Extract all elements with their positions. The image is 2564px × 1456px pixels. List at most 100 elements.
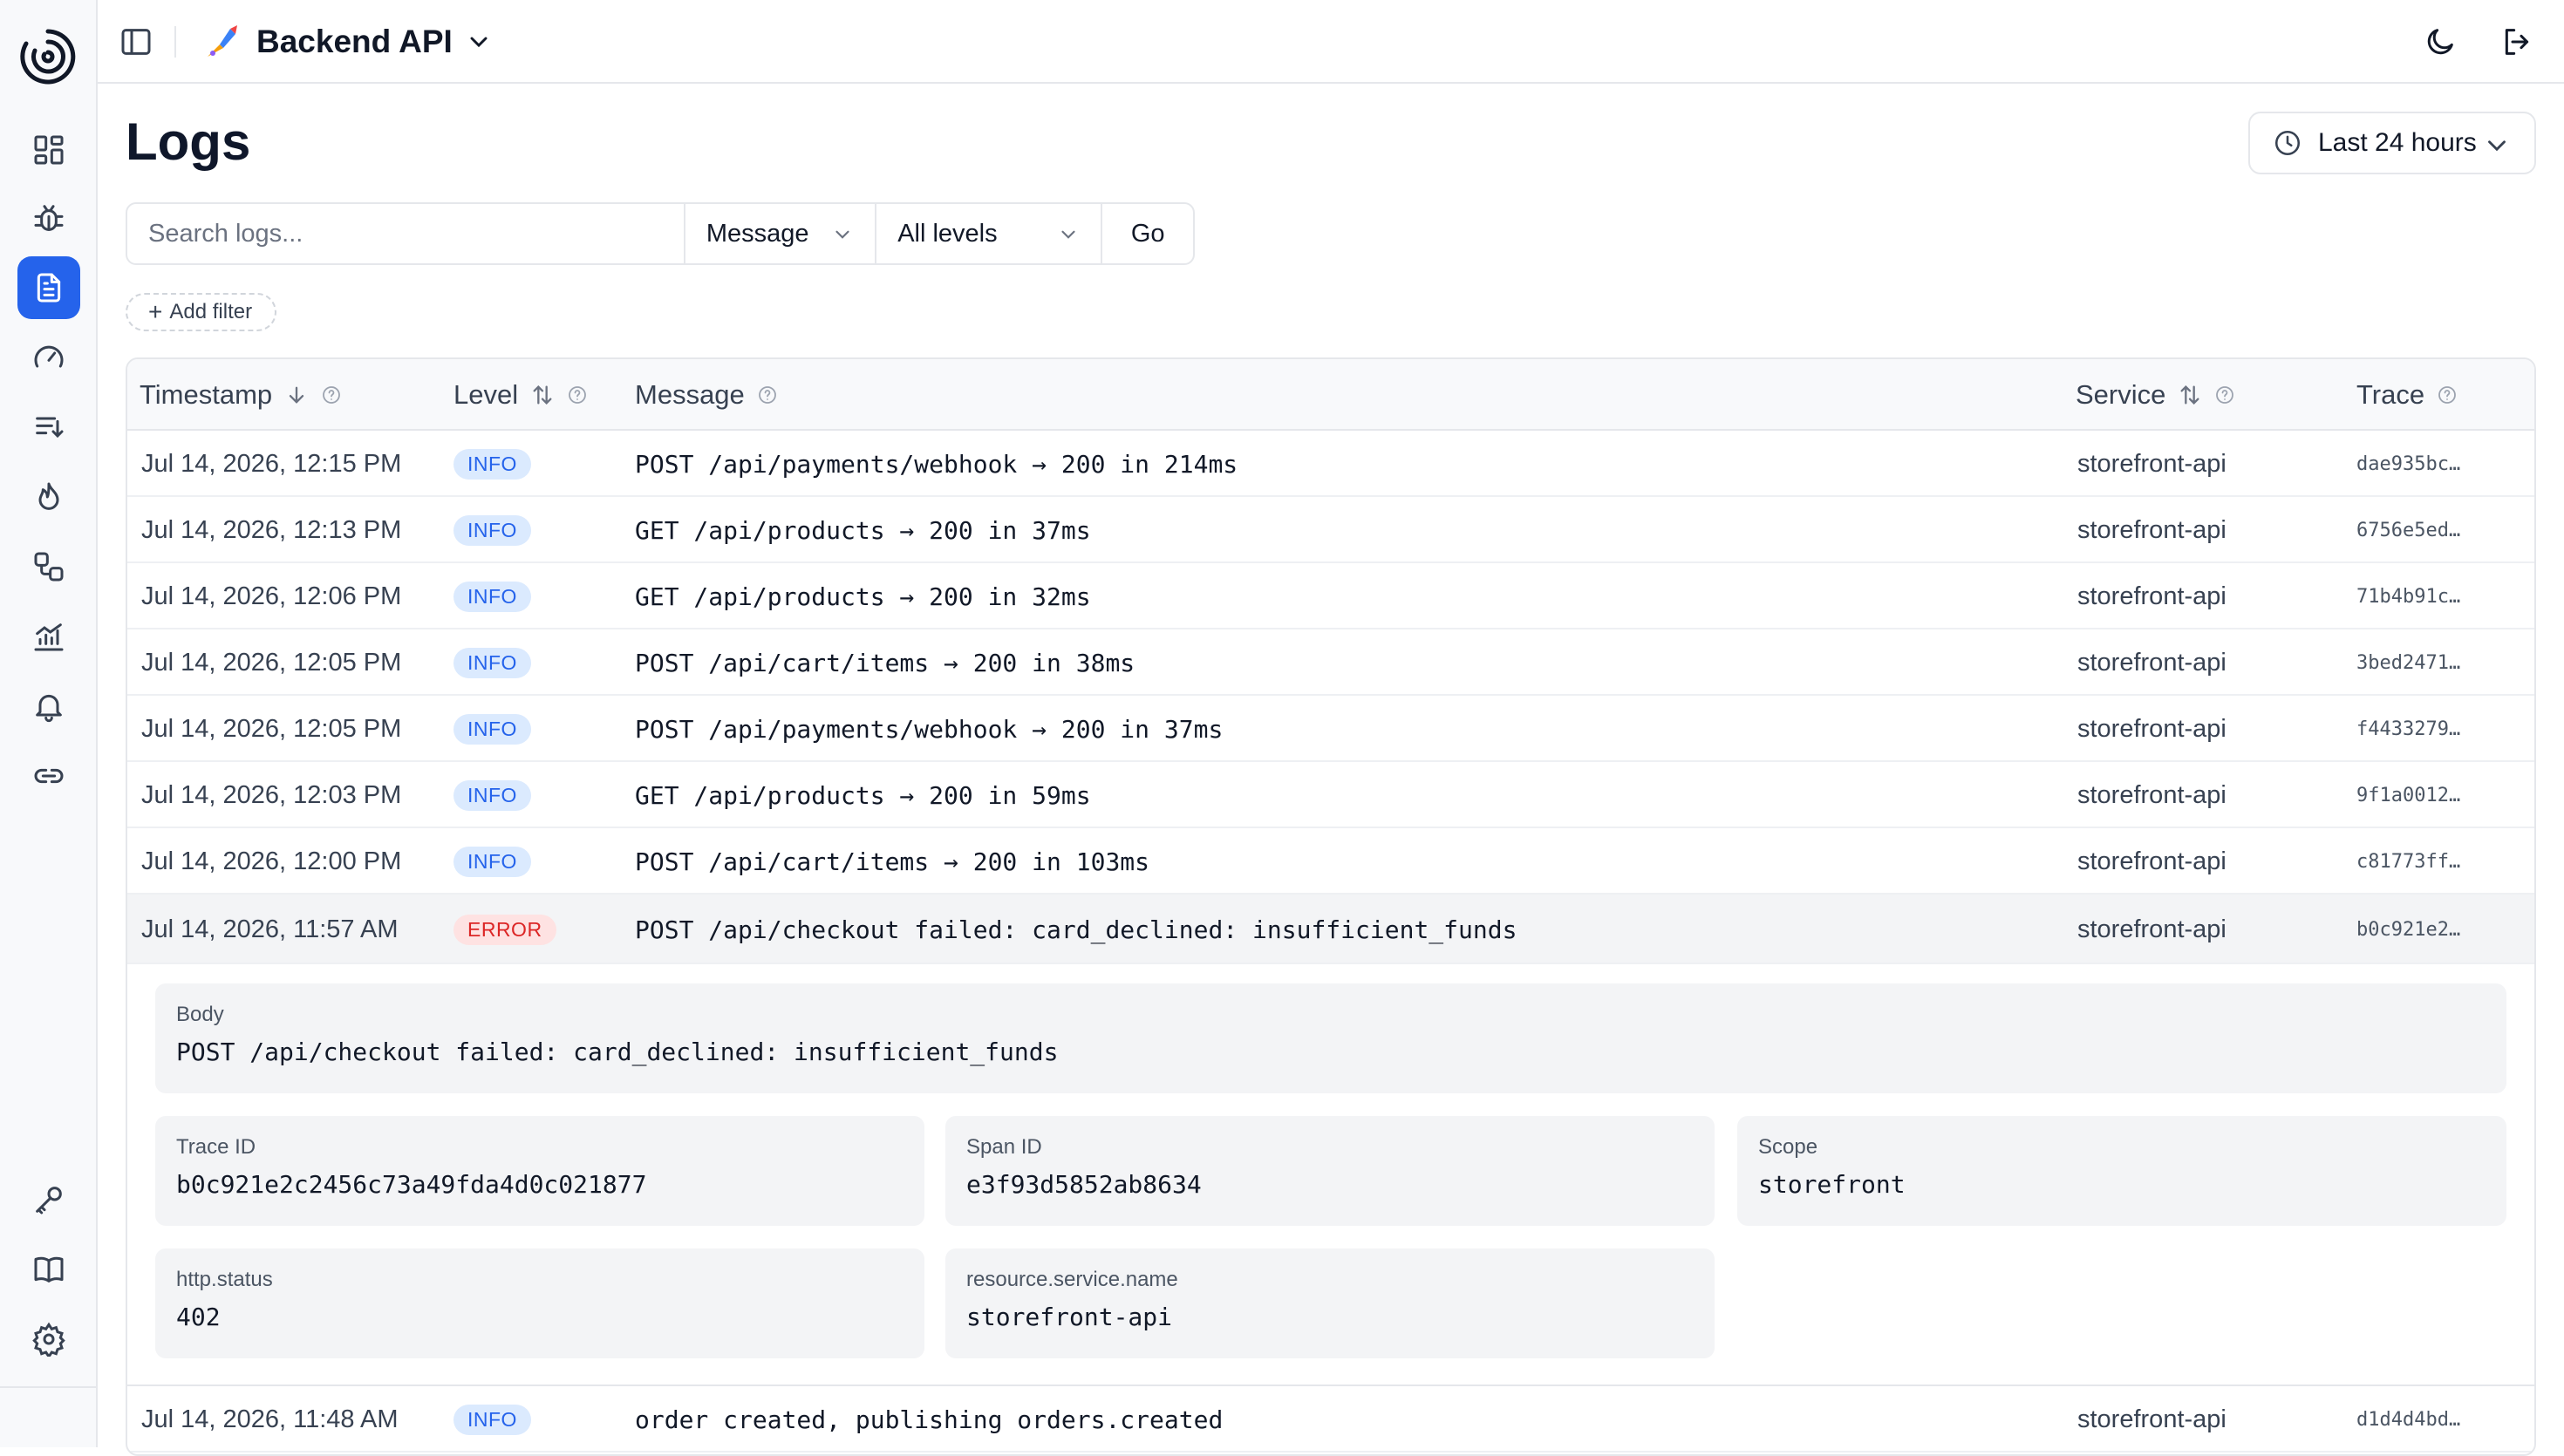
column-level[interactable]: Level (453, 359, 588, 431)
table-row[interactable]: Jul 14, 2026, 11:48 AM INFO order create… (127, 1386, 2534, 1453)
help-icon (569, 386, 587, 404)
row-message: POST /api/cart/items → 200 in 38ms (635, 648, 1135, 677)
table-header: Timestamp Level Message Service Trace (127, 359, 2534, 431)
row-message: POST /api/payments/webhook → 200 in 214m… (635, 449, 1238, 479)
row-trace[interactable]: c81773ff… (2356, 828, 2460, 895)
go-button[interactable]: Go (1101, 204, 1193, 263)
table-row-selected[interactable]: Jul 14, 2026, 11:57 AM ERROR POST /api/c… (127, 895, 2534, 964)
services-icon (34, 552, 64, 582)
book-icon (34, 1256, 64, 1283)
table-row[interactable]: Jul 14, 2026, 12:00 PM INFO POST /api/ca… (127, 828, 2534, 895)
logs-icon (37, 273, 61, 303)
table-row[interactable]: Jul 14, 2026, 12:05 PM INFO POST /api/ca… (127, 629, 2534, 696)
sidebar-item-api-keys[interactable] (17, 1168, 80, 1231)
dashboard-icon (34, 135, 64, 165)
detail-scope-value[interactable]: storefront (1758, 1170, 2486, 1199)
detail-service-name-value[interactable]: storefront-api (966, 1303, 1694, 1331)
row-service: storefront-api (2077, 582, 2226, 610)
chevron-down-icon (1061, 230, 1075, 239)
sidebar-item-services[interactable] (17, 535, 80, 598)
time-range-button[interactable]: Last 24 hours (2248, 112, 2536, 174)
table-row[interactable]: Jul 14, 2026, 12:06 PM INFO GET /api/pro… (127, 563, 2534, 629)
theme-toggle-icon[interactable] (2423, 24, 2458, 59)
column-message-label: Message (635, 379, 745, 410)
detail-http-status-value[interactable]: 402 (176, 1303, 904, 1331)
column-timestamp[interactable]: Timestamp (140, 359, 342, 431)
row-trace[interactable]: b0c921e2… (2356, 895, 2460, 964)
project-switcher[interactable]: Backend API (201, 17, 493, 66)
sidebar-item-alerts[interactable] (17, 675, 80, 738)
row-trace[interactable]: 71b4b91c… (2356, 563, 2460, 629)
sidebar-toggle-icon[interactable] (119, 24, 153, 59)
help-icon (2438, 386, 2456, 404)
detail-http-status: http.status 402 (155, 1248, 924, 1358)
sidebar-item-dashboard[interactable] (17, 119, 80, 181)
row-trace[interactable]: 9f1a0012… (2356, 762, 2460, 828)
column-service[interactable]: Service (2076, 359, 2235, 431)
row-trace[interactable]: 3bed2471… (2356, 629, 2460, 696)
detail-body-value[interactable]: POST /api/checkout failed: card_declined… (176, 1038, 2486, 1066)
sidebar-item-integrations[interactable] (17, 745, 80, 807)
add-filter-label: Add filter (169, 300, 253, 323)
sidebar-item-performance[interactable] (17, 326, 80, 389)
detail-body-label: Body (176, 1003, 224, 1026)
gauge-icon (34, 345, 64, 368)
row-trace[interactable]: f4433279… (2356, 696, 2460, 762)
detail-http-status-label: http.status (176, 1268, 273, 1291)
search-field-select[interactable]: Message (683, 204, 875, 263)
row-trace[interactable]: 6756e5ed… (2356, 497, 2460, 563)
sidebar-item-docs[interactable] (17, 1238, 80, 1301)
trace-list-icon (36, 417, 64, 439)
column-message[interactable]: Message (635, 359, 778, 431)
row-timestamp: Jul 14, 2026, 12:05 PM (141, 648, 402, 677)
table-row[interactable]: Jul 14, 2026, 12:15 PM INFO POST /api/pa… (127, 431, 2534, 497)
bug-icon (34, 205, 64, 231)
sidebar-item-logs[interactable] (17, 256, 80, 319)
row-message: GET /api/products → 200 in 59ms (635, 780, 1091, 810)
detail-span-id-label: Span ID (966, 1135, 1042, 1159)
search-input[interactable] (127, 204, 684, 263)
logout-icon[interactable] (2499, 24, 2534, 59)
level-select[interactable]: All levels (875, 204, 1101, 263)
sidebar-item-profiling[interactable] (17, 466, 80, 528)
sidebar-item-metrics[interactable] (17, 605, 80, 668)
row-service: storefront-api (2077, 915, 2226, 943)
row-service: storefront-api (2077, 648, 2226, 677)
column-service-label: Service (2076, 379, 2166, 410)
table-row[interactable]: Jul 14, 2026, 12:03 PM INFO GET /api/pro… (127, 762, 2534, 828)
table-row[interactable]: Jul 14, 2026, 12:13 PM INFO GET /api/pro… (127, 497, 2534, 563)
row-timestamp: Jul 14, 2026, 12:15 PM (141, 449, 402, 478)
plus-icon: + (148, 298, 163, 325)
sidebar-item-traces[interactable] (17, 396, 80, 459)
level-badge: INFO (453, 647, 531, 678)
sidebar-item-settings[interactable] (17, 1308, 80, 1371)
log-search-bar: Message All levels Go (126, 202, 1195, 265)
detail-span-id-value[interactable]: e3f93d5852ab8634 (966, 1170, 1694, 1199)
sort-icon (2180, 385, 2199, 405)
add-filter-button[interactable]: + Add filter (126, 293, 277, 331)
sidebar (0, 0, 98, 1447)
detail-service-name-label: resource.service.name (966, 1268, 1178, 1291)
row-trace[interactable]: dae935bc… (2356, 431, 2460, 497)
detail-span-id: Span ID e3f93d5852ab8634 (945, 1116, 1715, 1226)
chevron-down-icon (2488, 140, 2506, 152)
column-trace[interactable]: Trace (2356, 359, 2458, 431)
row-timestamp: Jul 14, 2026, 12:06 PM (141, 582, 402, 610)
row-message: POST /api/checkout failed: card_declined… (635, 915, 1517, 944)
logs-table: Timestamp Level Message Service Trace Ju… (126, 357, 2536, 1456)
app-logo-icon[interactable] (17, 26, 78, 87)
detail-trace-id-value[interactable]: b0c921e2c2456c73a49fda4d0c021877 (176, 1170, 904, 1199)
gear-icon (32, 1322, 65, 1357)
row-trace[interactable]: d1d4d4bd… (2356, 1386, 2460, 1453)
row-level: INFO (453, 563, 531, 629)
page-title: Logs (126, 112, 251, 171)
level-badge: INFO (453, 713, 531, 745)
row-message: POST /api/payments/webhook → 200 in 37ms (635, 714, 1224, 744)
row-level: ERROR (453, 895, 556, 964)
row-service: storefront-api (2077, 714, 2226, 743)
top-bar: Backend API (98, 0, 2564, 84)
table-row[interactable]: Jul 14, 2026, 12:05 PM INFO POST /api/pa… (127, 696, 2534, 762)
row-level: INFO (453, 1386, 531, 1453)
sidebar-item-errors[interactable] (17, 187, 80, 249)
level-badge: ERROR (453, 914, 556, 945)
